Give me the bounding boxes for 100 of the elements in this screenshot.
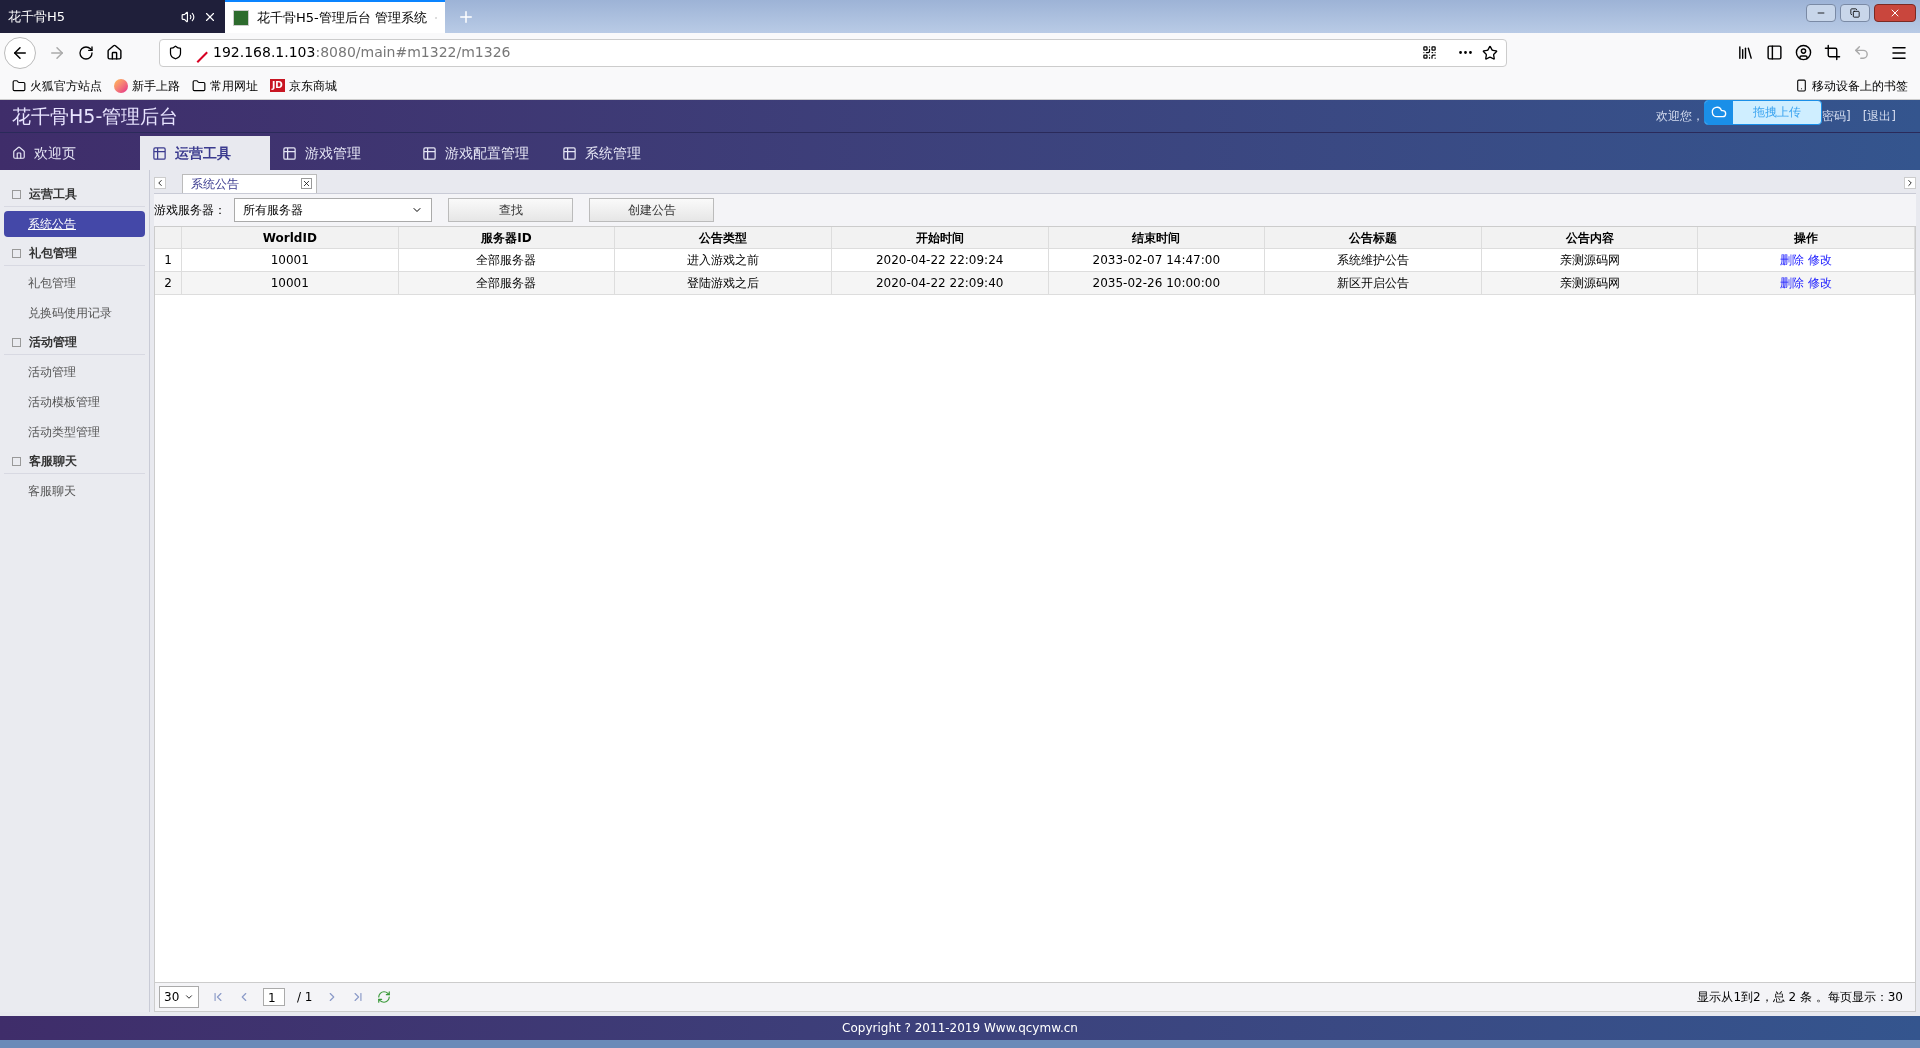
home-icon[interactable]: [106, 44, 123, 61]
table-cell: 亲测源码网: [1481, 272, 1699, 295]
table-icon: [282, 145, 297, 161]
account-icon[interactable]: [1795, 44, 1812, 61]
table-icon: [562, 145, 577, 161]
menu-item[interactable]: 活动管理: [4, 359, 145, 385]
menu-group[interactable]: 客服聊天: [4, 449, 145, 474]
speaker-icon[interactable]: [181, 9, 195, 24]
menu-group[interactable]: 礼包管理: [4, 241, 145, 266]
app-title: 花千骨H5-管理后台: [12, 103, 179, 129]
bookmark[interactable]: 常用网址: [192, 76, 258, 95]
url-text: 192.168.1.103:8080/main#m1322/m1326: [213, 43, 512, 62]
star-icon[interactable]: [1482, 44, 1498, 61]
table-cell: 全部服务器: [398, 272, 616, 295]
bookmark[interactable]: JD 京东商城: [270, 76, 337, 95]
table-cell: 2020-04-22 22:09:24: [831, 249, 1049, 272]
server-select[interactable]: 所有服务器: [234, 198, 432, 222]
browser-tab[interactable]: 花千骨H5-管理后台 管理系统: [225, 0, 445, 33]
filter-label: 游戏服务器：: [154, 202, 226, 219]
home-icon: [12, 146, 26, 160]
content-tab[interactable]: 系统公告: [182, 174, 317, 193]
row-action-link[interactable]: 删除: [1780, 272, 1805, 294]
scroll-left-icon[interactable]: [154, 177, 166, 189]
row-number: 1: [155, 249, 182, 272]
library-icon[interactable]: [1737, 44, 1754, 61]
welcome-text: 欢迎您，: [1655, 108, 1704, 125]
upload-label: 拖拽上传: [1751, 103, 1802, 121]
table-cell: 登陆游戏之后: [615, 272, 832, 295]
menu-item[interactable]: 系统公告: [4, 211, 145, 237]
change-password-link[interactable]: 密码]: [1821, 107, 1851, 125]
menu-group[interactable]: 运营工具: [4, 182, 145, 207]
footer-bar: Copyright ? 2011-2019 Www.qcymw.cn: [0, 1016, 1920, 1040]
page-input[interactable]: 1: [263, 988, 285, 1006]
menu-item[interactable]: 礼包管理: [4, 270, 145, 296]
table-cell: 10001: [182, 272, 399, 295]
column-header: 服务器ID: [398, 227, 616, 249]
menu-item[interactable]: 客服聊天: [4, 478, 145, 504]
nav-tab[interactable]: 游戏管理: [270, 136, 410, 170]
table-cell: 亲测源码网: [1481, 249, 1699, 272]
logout-link[interactable]: [退出]: [1862, 107, 1896, 125]
table-icon: [422, 145, 437, 161]
row-action-link[interactable]: 修改: [1808, 249, 1833, 271]
bookmark[interactable]: 火狐官方站点: [12, 76, 102, 95]
address-bar[interactable]: 192.168.1.103:8080/main#m1322/m1326: [159, 38, 1507, 67]
table-cell: 新区开启公告: [1265, 272, 1482, 295]
table-cell: 进入游戏之前: [615, 249, 832, 272]
table-cell: 2020-04-22 22:09:40: [831, 272, 1049, 295]
row-number: 2: [155, 272, 182, 295]
sidebar-icon[interactable]: [1766, 44, 1783, 61]
refresh-icon[interactable]: [376, 990, 391, 1004]
action-button[interactable]: 创建公告: [589, 198, 714, 222]
table-cell: 系统维护公告: [1265, 249, 1482, 272]
bookmark[interactable]: 移动设备上的书签: [1795, 76, 1908, 95]
action-button[interactable]: 查找: [448, 198, 573, 222]
scroll-right-icon[interactable]: [1904, 177, 1916, 189]
page-size-select[interactable]: 30: [159, 986, 199, 1008]
app-icon: [233, 9, 249, 26]
close-window-button[interactable]: [1874, 4, 1916, 22]
nav-tab[interactable]: 游戏配置管理: [410, 136, 550, 170]
column-header: 公告标题: [1265, 227, 1482, 249]
menu-group[interactable]: 活动管理: [4, 330, 145, 355]
folder-icon: [192, 78, 206, 93]
menu-item[interactable]: 活动模板管理: [4, 389, 145, 415]
table-cell: 2035-02-26 10:00:00: [1048, 272, 1266, 295]
reload-icon[interactable]: [78, 44, 94, 61]
menu-item[interactable]: 兑换码使用记录: [4, 300, 145, 326]
column-header: 公告内容: [1481, 227, 1699, 249]
table-cell: 2033-02-07 14:47:00: [1048, 249, 1266, 272]
tab-title: 花千骨H5-管理后台 管理系统: [257, 8, 427, 27]
column-header: 结束时间: [1048, 227, 1266, 249]
row-action-link[interactable]: 删除: [1780, 249, 1805, 271]
browser-tab[interactable]: 花千骨H5: [0, 0, 225, 33]
folder-icon: [12, 78, 26, 93]
nav-tab[interactable]: 运营工具: [140, 136, 270, 170]
screenshot-icon[interactable]: [1824, 44, 1841, 61]
menu-item[interactable]: 活动类型管理: [4, 419, 145, 445]
qr-code-icon[interactable]: [1422, 45, 1437, 60]
column-header: 公告类型: [615, 227, 832, 249]
total-pages: / 1: [297, 989, 313, 1006]
table-icon: [152, 145, 167, 161]
shield-icon: [168, 45, 183, 60]
bookmark[interactable]: 新手上路: [114, 76, 180, 95]
dropdown-caret-icon: [184, 992, 194, 1002]
nav-tab[interactable]: 系统管理: [550, 136, 690, 170]
cloud-icon: [1710, 104, 1727, 120]
tab-title: 花千骨H5: [8, 7, 67, 26]
column-header: 开始时间: [831, 227, 1049, 249]
restore-icon: [1850, 8, 1860, 18]
nav-tab[interactable]: 欢迎页: [0, 136, 140, 170]
table-cell: 全部服务器: [398, 249, 616, 272]
column-header: WorldID: [182, 227, 399, 249]
column-header: 操作: [1698, 227, 1915, 249]
jd-logo: JD: [270, 78, 285, 93]
phone-icon: [1795, 79, 1808, 92]
table-cell: 10001: [182, 249, 399, 272]
minimize-button[interactable]: [1806, 4, 1836, 22]
row-action-link[interactable]: 修改: [1808, 272, 1833, 294]
back-button[interactable]: [4, 36, 36, 69]
pager-summary: 显示从1到2，总 2 条 。每页显示：30: [1697, 989, 1903, 1006]
restore-button[interactable]: [1840, 4, 1870, 22]
